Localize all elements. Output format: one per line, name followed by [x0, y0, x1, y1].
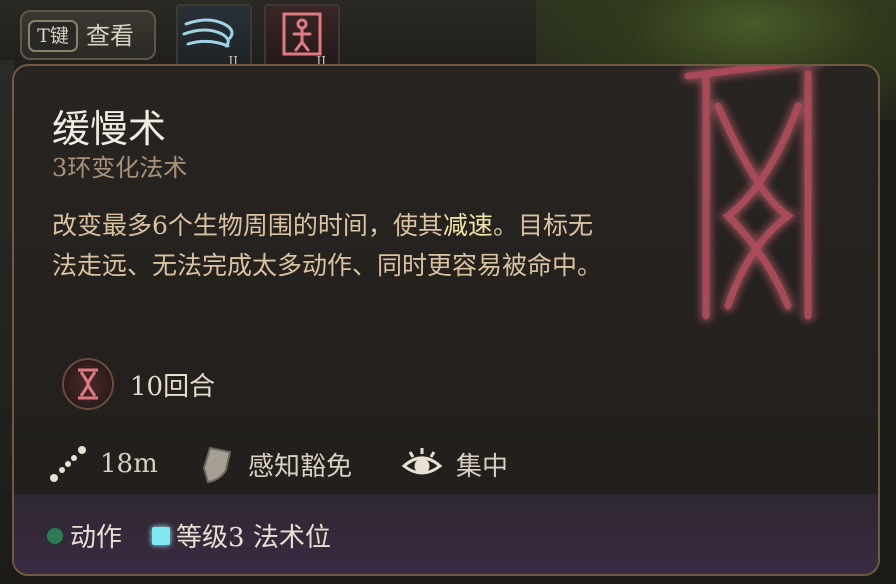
- hotkey-label: 查看: [86, 22, 134, 50]
- spell-name: 缓慢术: [52, 107, 167, 151]
- range-value: 18m: [100, 449, 158, 479]
- duration-hourglass-icon: [62, 358, 114, 410]
- saving-throw: 感知豁免: [248, 451, 353, 482]
- action-cost: 动作: [70, 523, 123, 553]
- hotkey-key: T键: [28, 20, 78, 52]
- hourglass-rune-icon: [682, 66, 819, 322]
- spell-tooltip: 缓慢术 3环变化法术 改变最多6个生物周围的时间，使其减速。目标无法走远、无法完…: [12, 64, 880, 576]
- range-stat: 18m: [48, 444, 158, 484]
- hotbar-slot-slow-spell[interactable]: II: [264, 4, 340, 68]
- spell-slot-icon: [152, 526, 171, 545]
- spell-duration: 10回合: [130, 372, 216, 402]
- cost-row: 动作 等级3 法术位: [46, 517, 331, 554]
- description-text: 改变最多6个生物周围的时间，使其: [52, 211, 443, 240]
- figure-rune-icon: [282, 12, 322, 56]
- spell-school: 3环变化法术: [52, 154, 188, 182]
- description-keyword[interactable]: 减速: [443, 211, 493, 240]
- wind-icon: [182, 18, 234, 48]
- concentration-label: 集中: [456, 451, 509, 482]
- inspect-hotkey-hint[interactable]: T键 查看: [20, 10, 156, 60]
- hotbar-slot-wind-spell[interactable]: II: [176, 4, 252, 68]
- spell-description: 改变最多6个生物周围的时间，使其减速。目标无法走远、无法完成太多动作、同时更容易…: [52, 206, 612, 286]
- range-dots-icon: [50, 446, 86, 482]
- action-resource-icon: [46, 526, 64, 545]
- spell-slot-cost: 等级3 法术位: [176, 523, 331, 553]
- shield-icon: [202, 446, 232, 484]
- concentration-stat: 集中: [400, 444, 508, 484]
- save-stat: 感知豁免: [200, 444, 352, 484]
- eye-icon: [401, 448, 443, 475]
